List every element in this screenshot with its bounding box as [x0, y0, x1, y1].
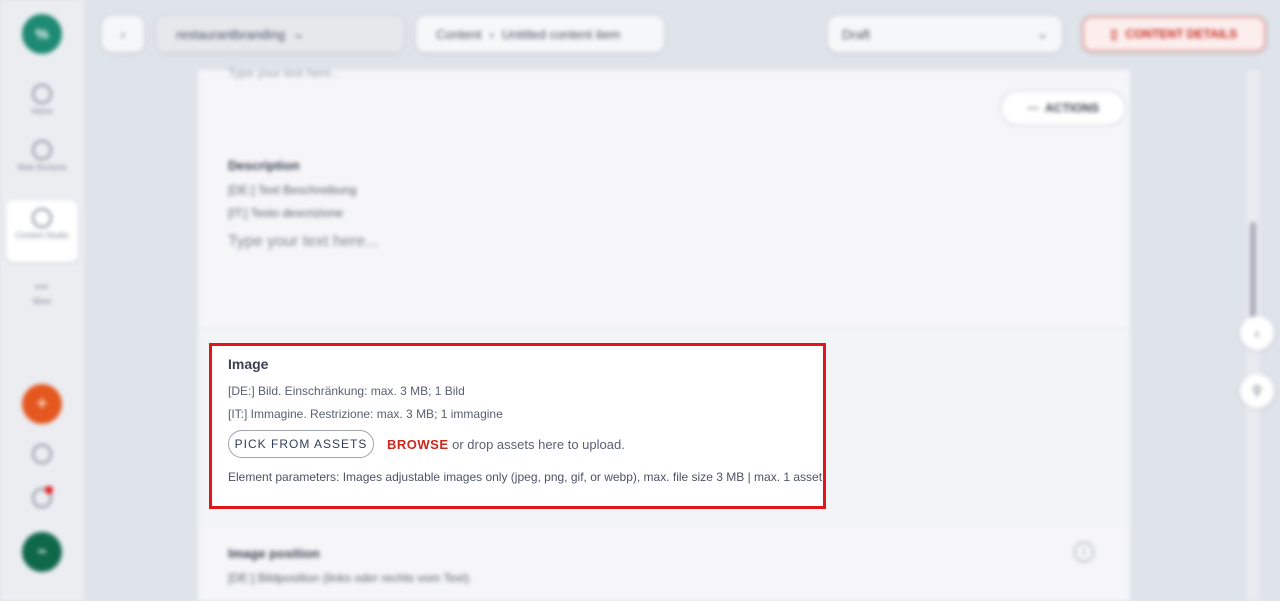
sidebar-item-more[interactable]: ▪▪▪ More	[6, 282, 78, 306]
editor-top-section: Type your text here... ⋯ Actions	[198, 66, 1130, 129]
actions-button[interactable]: ⋯ Actions	[1000, 90, 1126, 126]
image-it-hint: [IT:] Immagine. Restrizione: max. 3 MB; …	[228, 407, 503, 421]
description-de-hint: [DE:] Text Beschreibung	[228, 183, 357, 197]
info-icon[interactable]: i	[1074, 542, 1094, 562]
plus-icon[interactable]: +	[22, 384, 62, 424]
link-icon: ⚲	[1252, 383, 1262, 398]
description-label: Description	[228, 158, 300, 173]
image-element-title: Image	[228, 356, 269, 372]
chevron-left-icon: ‹	[120, 26, 126, 42]
status-select-value: Draft	[842, 26, 871, 42]
sidebar-item-label: Content Studio	[15, 231, 69, 240]
element-parameters: Element parameters: Images adjustable im…	[228, 470, 823, 484]
image-de-hint: [DE:] Bild. Einschränkung: max. 3 MB; 1 …	[228, 384, 465, 398]
breadcrumb: Content › Untitled content item	[416, 16, 664, 52]
breadcrumb-separator: ›	[489, 26, 494, 42]
back-button[interactable]: ‹	[102, 16, 144, 52]
drop-hint: or drop assets here to upload.	[448, 437, 625, 452]
avatar[interactable]: ••	[22, 532, 62, 572]
chevron-down-icon: ⌄	[1037, 26, 1048, 41]
chevron-down-icon: ⌄	[293, 26, 305, 41]
image-position-label: Image position	[228, 546, 320, 561]
gear-icon[interactable]	[32, 444, 52, 464]
chevron-left-icon: ‹	[1254, 325, 1260, 341]
notification-dot	[45, 486, 53, 494]
left-rail: % Home Web Sections Content Studio ▪▪▪ M…	[0, 0, 84, 601]
breadcrumb-root[interactable]: Content	[436, 27, 482, 42]
sidebar-item-content-studio[interactable]: Content Studio	[6, 200, 78, 262]
globe-icon	[32, 140, 52, 160]
link-button[interactable]: ⚲	[1240, 374, 1274, 408]
actions-label: Actions	[1045, 101, 1099, 115]
sidebar-item-label: More	[32, 297, 52, 306]
image-element-card: Image [DE:] Bild. Einschränkung: max. 3 …	[209, 343, 826, 509]
status-select[interactable]: Draft ⌄	[828, 16, 1062, 52]
collapse-panel-button[interactable]: ‹	[1240, 316, 1274, 350]
content-details-label: Content Details	[1125, 27, 1238, 41]
breadcrumb-current: Untitled content item	[501, 26, 621, 42]
description-it-hint: [IT:] Testo descrizione	[228, 206, 344, 220]
pick-from-assets-button[interactable]: PICK FROM ASSETS	[228, 430, 374, 458]
globe-icon	[32, 208, 52, 228]
details-icon: ▯	[1110, 27, 1118, 41]
sidebar-item-home[interactable]: Home	[6, 84, 78, 116]
content-details-button[interactable]: ▯ Content Details	[1082, 16, 1266, 52]
image-position-de-hint: [DE:] Bildposition (links oder rechts vo…	[228, 571, 470, 585]
image-position-section: Image position [DE:] Bildposition (links…	[198, 528, 1130, 601]
upload-dropzone-text[interactable]: BROWSE or drop assets here to upload.	[387, 437, 625, 452]
description-section: Description [DE:] Text Beschreibung [IT:…	[198, 128, 1130, 329]
workspace-name: restaurantbranding	[176, 26, 286, 42]
globe-icon	[32, 84, 52, 104]
description-editor[interactable]: Type your text here...	[228, 233, 378, 251]
sidebar-item-web-sections[interactable]: Web Sections	[6, 140, 78, 172]
sidebar-item-label: Web Sections	[17, 163, 67, 172]
app-logo[interactable]: %	[22, 14, 62, 54]
more-icon: ⋯	[1027, 101, 1039, 115]
grid-icon: ▪▪▪	[35, 282, 49, 293]
scrollbar-thumb[interactable]	[1250, 222, 1256, 322]
browse-link[interactable]: BROWSE	[387, 437, 449, 452]
top-hint: Type your text here...	[228, 66, 341, 80]
sidebar-item-label: Home	[31, 107, 53, 116]
workspace-selector[interactable]: restaurantbranding ⌄	[156, 16, 404, 52]
